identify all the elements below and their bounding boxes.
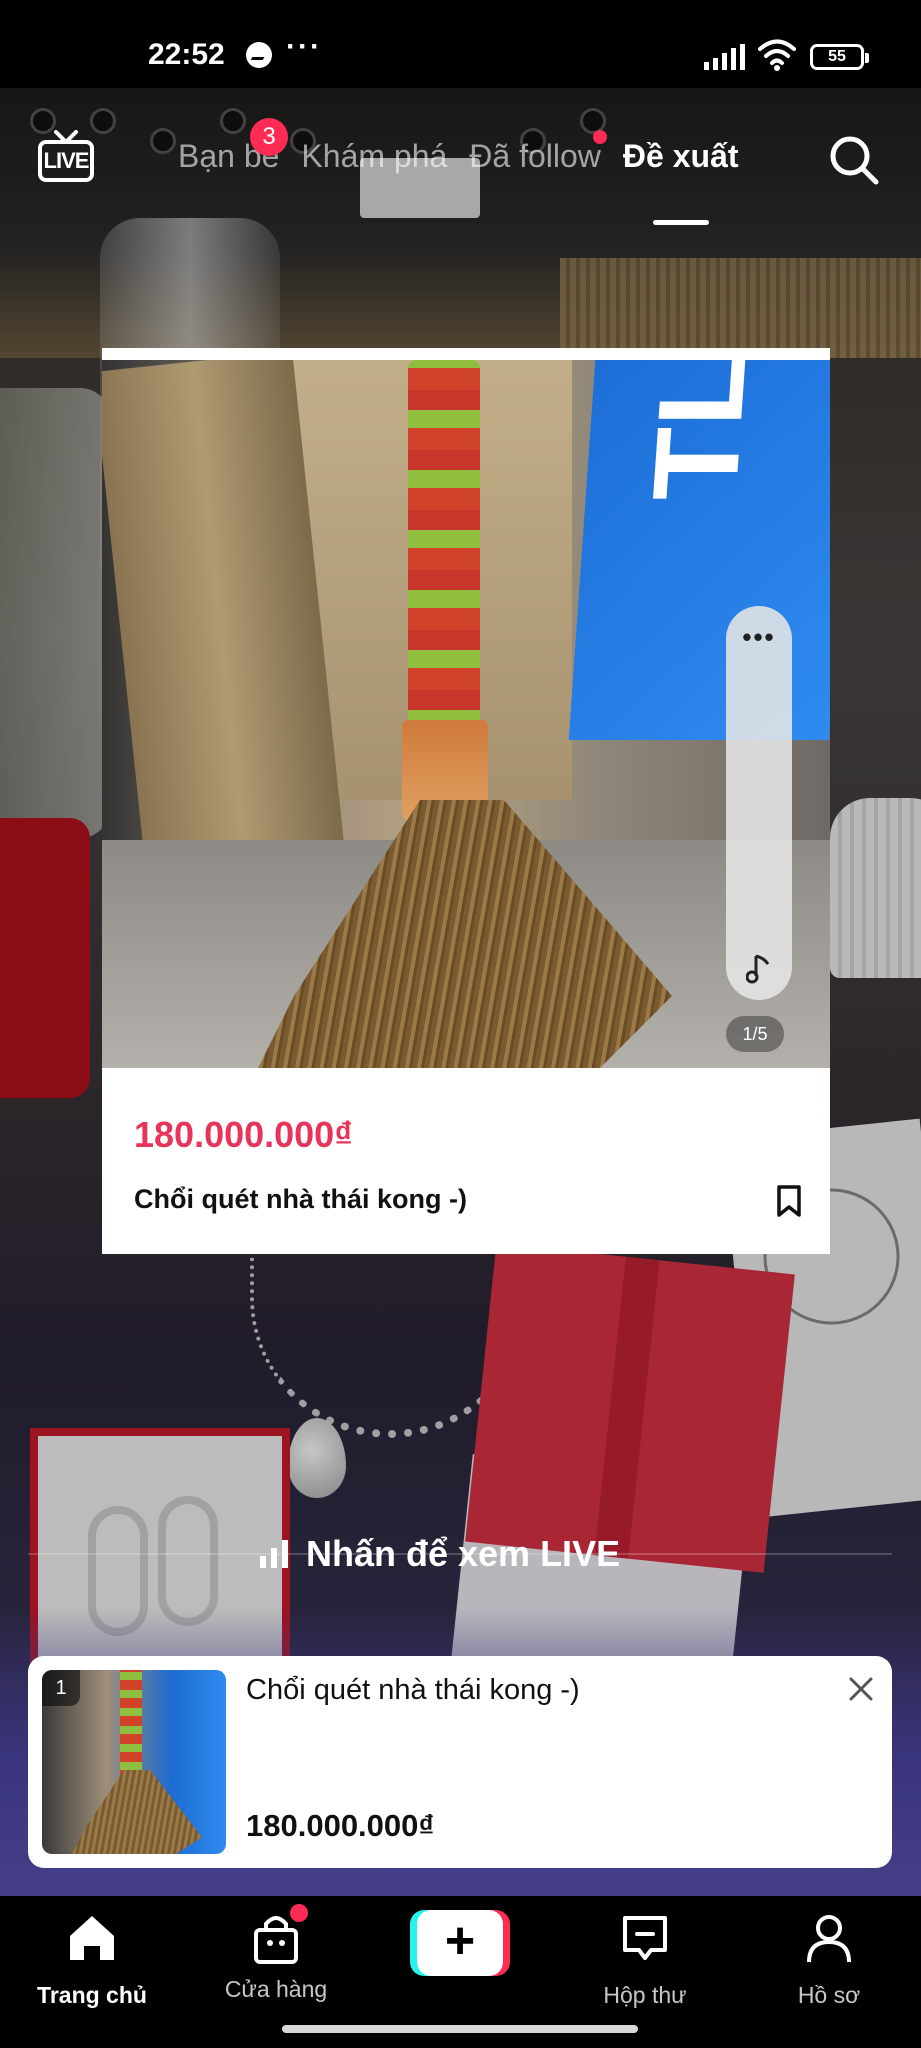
tab-following[interactable]: Đã follow [469,130,607,175]
create-button[interactable]: + [410,1910,510,1976]
profile-icon [807,1915,851,1963]
search-icon[interactable] [826,132,882,188]
live-caption-text: Nhấn để xem LIVE [306,1533,621,1574]
messenger-icon [246,42,272,68]
nav-home-label: Trang chủ [37,1982,147,2008]
shopping-bag-icon [248,1904,308,1966]
nav-shop[interactable]: Cửa hàng [201,1904,351,2003]
home-icon [70,1916,114,1960]
popup-product-title[interactable]: Chổi quét nhà thái kong -) [246,1674,580,1707]
active-tab-indicator [652,220,709,225]
shop-notification-dot [290,1904,308,1922]
nav-home[interactable]: Trang chủ [17,1910,167,2009]
live-audio-bars-icon [260,1540,288,1568]
product-rank-badge: 1 [42,1670,80,1706]
tab-for-you-label: Đề xuất [622,138,739,174]
live-tv-icon[interactable]: LIVE [38,130,94,182]
signal-icon [704,44,745,70]
bookmark-icon[interactable] [776,1184,802,1218]
battery-indicator: 55 [810,44,869,70]
product-price: 180.000.000₫ [134,1114,353,1155]
status-time: 22:52 [148,38,225,71]
top-navigation: LIVE Bạn bè 3 Khám phá Đã follow Đề xuất [0,110,921,225]
nav-shop-label: Cửa hàng [224,1976,328,2002]
tab-explore[interactable]: Khám phá [301,138,447,175]
nav-inbox[interactable]: Hộp thư [570,1910,720,2009]
music-note-icon[interactable] [746,952,772,984]
home-indicator[interactable] [282,2025,638,2033]
more-options-icon[interactable]: ••• [726,622,792,653]
pinned-product-popup[interactable]: 1 Chổi quét nhà thái kong -) 180.000.000… [28,1656,892,1868]
tab-explore-label: Khám phá [301,138,448,174]
tab-for-you[interactable]: Đề xuất [622,138,739,225]
following-notification-dot [592,130,607,144]
product-title[interactable]: Chổi quét nhà thái kong -) [134,1184,467,1215]
tab-following-label: Đã follow [469,138,601,174]
feed-tabs: Bạn bè 3 Khám phá Đã follow Đề xuất [178,118,739,225]
image-page-indicator: 1/5 [726,1016,784,1052]
friends-count-badge: 3 [250,118,288,156]
product-side-panel[interactable]: ••• [726,606,792,1000]
nav-inbox-label: Hộp thư [603,1982,687,2008]
more-notifications-icon: ··· [286,30,322,63]
popup-product-price: 180.000.000₫ [246,1808,435,1843]
product-card[interactable]: ••• 1/5 180.000.000₫ Chổi quét nhà thái … [102,348,830,1254]
close-icon[interactable] [846,1674,876,1704]
inbox-icon [623,1916,667,1960]
tap-to-watch-live[interactable]: Nhấn để xem LIVE [260,1533,620,1575]
product-image-broom[interactable] [102,360,830,1068]
nav-profile[interactable]: Hồ sơ [754,1910,904,2009]
wifi-icon [758,39,796,71]
nav-profile-label: Hồ sơ [797,1982,861,2008]
live-label: LIVE [38,140,94,182]
tab-friends[interactable]: Bạn bè 3 [178,118,288,175]
status-bar: 22:52 ··· 55 [0,0,921,88]
create-plus-icon: + [417,1910,503,1976]
